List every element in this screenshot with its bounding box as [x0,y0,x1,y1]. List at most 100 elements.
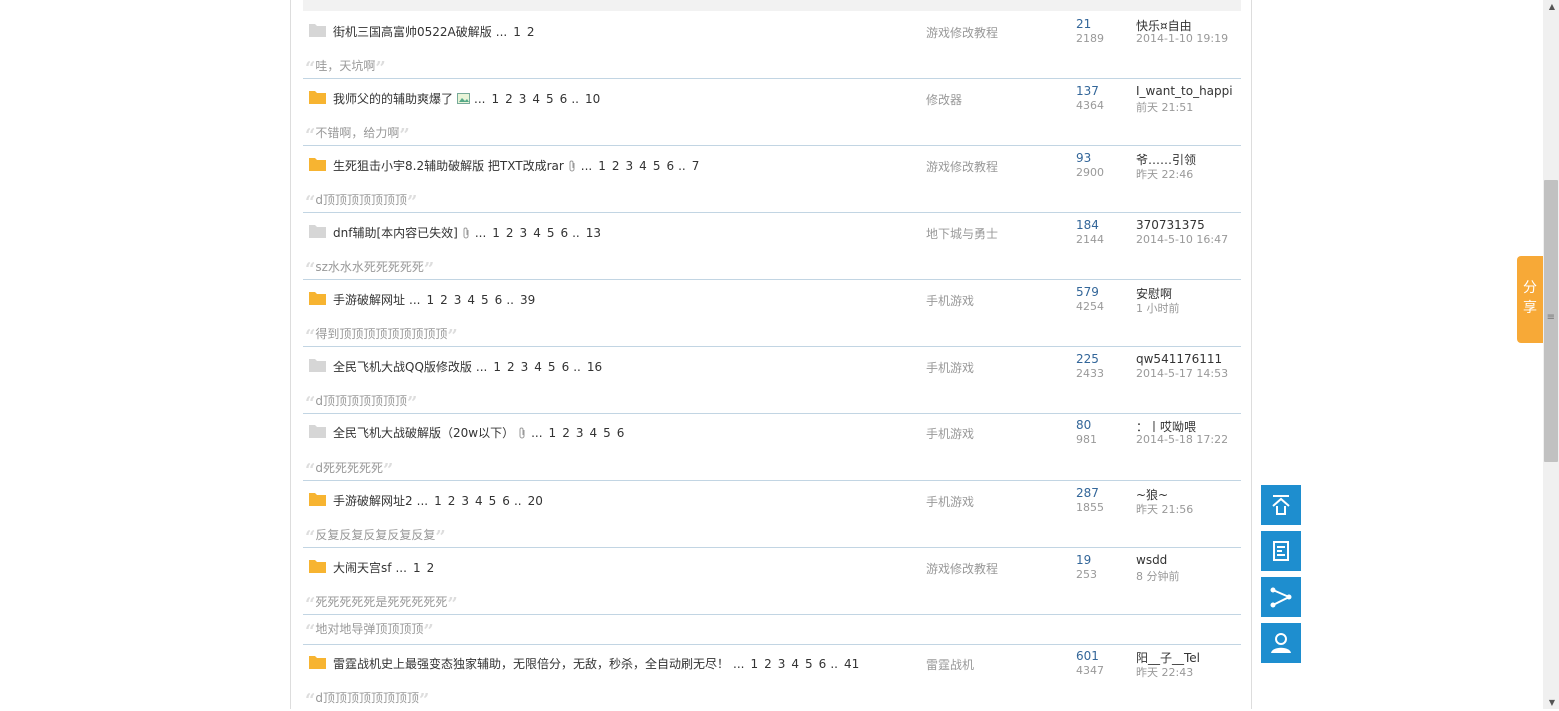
post-button[interactable] [1261,531,1301,571]
last-post-time[interactable]: 2014-1-10 19:19 [1136,32,1228,45]
page-link[interactable]: 1 [598,159,606,173]
last-poster-link[interactable]: qw541176111 [1136,352,1236,366]
page-link[interactable]: 6 [495,293,503,307]
page-link[interactable]: 2 [427,561,435,575]
page-link[interactable]: 3 [626,159,634,173]
user-button[interactable] [1261,623,1301,663]
last-post-time[interactable]: 8 分钟前 [1136,568,1180,584]
page-link[interactable]: 2 [612,159,620,173]
page-link[interactable]: 1 [413,561,421,575]
page-link[interactable]: 2 [448,494,456,508]
forum-link[interactable]: 手机游戏 [926,292,974,309]
page-link[interactable]: 6 [560,226,568,240]
forum-link[interactable]: 修改器 [926,91,962,108]
reply-count[interactable]: 601 [1076,649,1099,663]
thread-title-link[interactable]: 手游破解网址2 [333,494,413,508]
forum-link[interactable]: 地下城与勇士 [926,225,998,242]
page-link[interactable]: 2 [764,657,772,671]
page-link[interactable]: 4 [475,494,483,508]
page-link[interactable]: 5 [489,494,497,508]
reply-count[interactable]: 225 [1076,352,1099,366]
thread-title-link[interactable]: 手游破解网址 [333,293,405,307]
page-link[interactable]: 5 [805,657,813,671]
last-post-time[interactable]: 前天 21:51 [1136,99,1193,115]
last-post-time[interactable]: 2014-5-18 17:22 [1136,433,1228,446]
forum-link[interactable]: 手机游戏 [926,493,974,510]
page-link[interactable]: 1 [492,226,500,240]
page-link[interactable]: 6 [819,657,827,671]
page-link[interactable]: 13 [586,226,601,240]
page-link[interactable]: 2 [507,360,515,374]
forum-link[interactable]: 手机游戏 [926,359,974,376]
thread-title-link[interactable]: 街机三国高富帅0522A破解版 [333,25,492,39]
page-link[interactable]: 3 [576,426,584,440]
page-link[interactable]: 4 [533,226,541,240]
page-link[interactable]: 2 [505,92,513,106]
forum-link[interactable]: 游戏修改教程 [926,560,998,577]
last-post-time[interactable]: 2014-5-10 16:47 [1136,233,1228,246]
reply-count[interactable]: 80 [1076,418,1091,432]
page-link[interactable]: 3 [778,657,786,671]
thread-title-link[interactable]: 全民飞机大战QQ版修改版 [333,360,472,374]
last-post-time[interactable]: 2014-5-17 14:53 [1136,367,1228,380]
page-link[interactable]: 3 [519,92,527,106]
page-link[interactable]: 2 [506,226,514,240]
last-post-time[interactable]: 昨天 22:46 [1136,166,1193,182]
page-link[interactable]: 1 [549,426,557,440]
share-tab[interactable]: 分享 [1517,256,1543,343]
scroll-up-arrow[interactable]: ▲ [1549,2,1555,11]
page-link[interactable]: 1 [491,92,499,106]
reply-count[interactable]: 137 [1076,84,1099,98]
reply-count[interactable]: 287 [1076,486,1099,500]
scroll-down-arrow[interactable]: ▼ [1549,698,1555,707]
page-link[interactable]: 5 [547,226,555,240]
page-link[interactable]: 2 [440,293,448,307]
reply-count[interactable]: 579 [1076,285,1099,299]
page-link[interactable]: 1 [434,494,442,508]
back-to-top-button[interactable] [1261,485,1301,525]
scrollbar[interactable]: ▲ ≡ ▼ [1543,0,1559,709]
page-link[interactable]: 20 [528,494,543,508]
thread-title-link[interactable]: 雷霆战机史上最强变态独家辅助，无限倍分，无敌，秒杀，全自动刷无尽！ [333,657,729,671]
thread-title-link[interactable]: 生死狙击小宇8.2辅助破解版 把TXT改成rar [333,159,564,173]
reply-count[interactable]: 93 [1076,151,1091,165]
page-link[interactable]: 6 [502,494,510,508]
page-link[interactable]: 6 [562,360,570,374]
page-link[interactable]: 4 [467,293,475,307]
forum-link[interactable]: 游戏修改教程 [926,24,998,41]
share-button[interactable] [1261,577,1301,617]
forum-link[interactable]: 雷霆战机 [926,656,974,673]
page-link[interactable]: 1 [426,293,434,307]
thread-title-link[interactable]: dnf辅助[本内容已失效] [333,226,458,240]
last-poster-link[interactable]: I_want_to_happi [1136,84,1236,98]
page-link[interactable]: 1 [750,657,758,671]
page-link[interactable]: 6 [560,92,568,106]
page-link[interactable]: 5 [603,426,611,440]
thread-title-link[interactable]: 全民飞机大战破解版（20w以下） [333,426,514,440]
page-link[interactable]: 41 [844,657,859,671]
last-poster-link[interactable]: wsdd [1136,553,1236,567]
page-link[interactable]: 5 [653,159,661,173]
reply-count[interactable]: 19 [1076,553,1091,567]
page-link[interactable]: 4 [532,92,540,106]
last-post-time[interactable]: 1 小时前 [1136,300,1180,316]
page-link[interactable]: 4 [639,159,647,173]
page-link[interactable]: 5 [548,360,556,374]
last-poster-link[interactable]: 370731375 [1136,218,1236,232]
last-post-time[interactable]: 昨天 22:43 [1136,664,1193,680]
page-link[interactable]: 6 [617,426,625,440]
page-link[interactable]: 6 [666,159,674,173]
page-link[interactable]: 10 [585,92,600,106]
page-link[interactable]: 1 [513,25,521,39]
page-link[interactable]: 4 [589,426,597,440]
reply-count[interactable]: 21 [1076,17,1091,31]
page-link[interactable]: 3 [521,360,529,374]
page-link[interactable]: 16 [587,360,602,374]
page-link[interactable]: 4 [534,360,542,374]
page-link[interactable]: 2 [527,25,535,39]
page-link[interactable]: 39 [520,293,535,307]
forum-link[interactable]: 手机游戏 [926,425,974,442]
page-link[interactable]: 5 [481,293,489,307]
last-post-time[interactable]: 昨天 21:56 [1136,501,1193,517]
page-link[interactable]: 2 [562,426,570,440]
